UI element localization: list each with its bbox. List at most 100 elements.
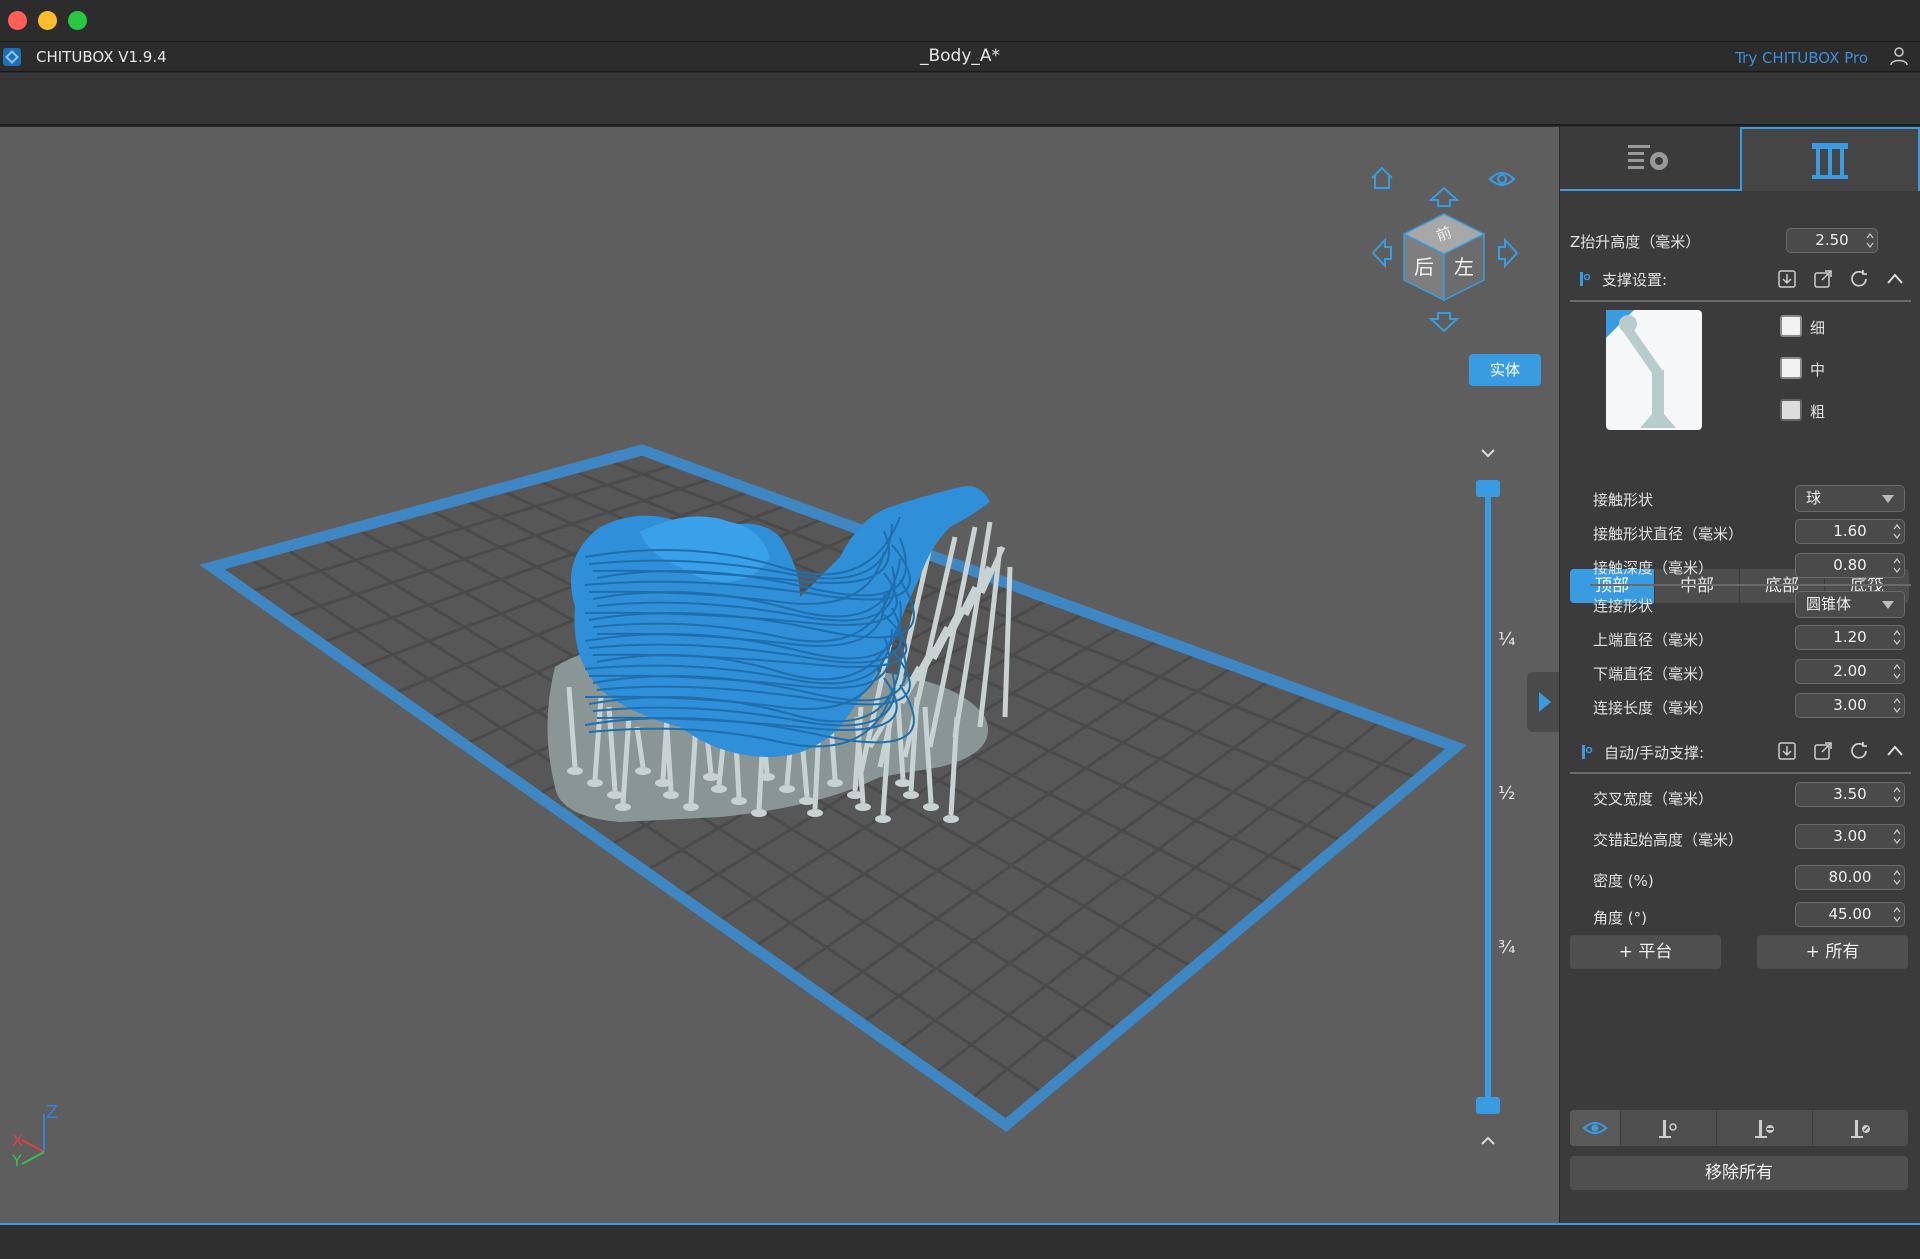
- contact-diameter-input[interactable]: 1.60: [1795, 519, 1905, 544]
- density-medium-label: 中: [1810, 361, 1826, 379]
- arrow-right-icon[interactable]: [1497, 237, 1519, 269]
- connection-length-input[interactable]: 3.00: [1795, 693, 1905, 718]
- angle-label: 角度 (°): [1593, 909, 1647, 927]
- app-header: CHITUBOX V1.9.4 _Body_A* Try CHITUBOX Pr…: [0, 42, 1920, 72]
- remove-support-icon: [1755, 1120, 1774, 1138]
- chevron-down-icon[interactable]: [1480, 447, 1496, 459]
- density-fine-label: 细: [1810, 319, 1826, 337]
- cross-start-height-input[interactable]: 3.00: [1795, 824, 1905, 849]
- auto-support-title: 自动/手动支撑:: [1604, 744, 1705, 762]
- render-mode-button[interactable]: 实体: [1469, 354, 1541, 386]
- arrow-up-icon[interactable]: [1429, 186, 1459, 208]
- connection-shape-select[interactable]: 圆锥体: [1795, 591, 1905, 618]
- tab-slice-settings[interactable]: [1560, 127, 1740, 191]
- import-icon[interactable]: [1776, 740, 1798, 762]
- eye-icon: [1582, 1122, 1608, 1134]
- upper-diameter-label: 上端直径（毫米）: [1593, 631, 1714, 649]
- layer-slider-top-handle[interactable]: [1476, 480, 1500, 497]
- cross-width-input[interactable]: 3.50: [1795, 782, 1905, 807]
- cube-face-right: 左: [1454, 255, 1474, 279]
- contact-depth-input[interactable]: 0.80: [1795, 553, 1905, 578]
- add-platform-button[interactable]: + 平台: [1570, 935, 1721, 969]
- support-panel: Z抬升高度（毫米） 2.50 支撑设置: 细 中 粗 顶部 中部 底部 底筏 接…: [1559, 127, 1920, 1223]
- export-icon[interactable]: [1812, 268, 1834, 290]
- collapse-icon[interactable]: [1884, 740, 1906, 762]
- support-small-icon: [1582, 745, 1593, 759]
- scene-canvas[interactable]: [0, 127, 1559, 1223]
- axis-label-x: X: [12, 1131, 23, 1150]
- cross-start-height-label: 交错起始高度（毫米）: [1593, 831, 1744, 849]
- main-toolbar: [0, 73, 1920, 126]
- chevron-up-icon[interactable]: [1480, 1135, 1496, 1147]
- support-settings-title: 支撑设置:: [1602, 271, 1668, 289]
- home-icon[interactable]: [1368, 164, 1396, 192]
- tab-support[interactable]: [1740, 127, 1920, 191]
- density-fine-checkbox[interactable]: [1780, 315, 1802, 337]
- z-lift-input[interactable]: 2.50: [1786, 228, 1878, 253]
- eye-icon[interactable]: [1488, 168, 1516, 190]
- support-tab-icon: [1812, 143, 1848, 179]
- add-support-mode-button[interactable]: [1621, 1110, 1716, 1146]
- import-icon[interactable]: [1776, 268, 1798, 290]
- density-coarse-label: 粗: [1810, 403, 1826, 421]
- layer-slider-track[interactable]: [1485, 487, 1491, 1110]
- close-window-button[interactable]: [8, 11, 27, 30]
- remove-support-mode-button[interactable]: [1717, 1110, 1812, 1146]
- edit-support-icon: [1851, 1120, 1870, 1138]
- user-icon[interactable]: [1888, 45, 1910, 67]
- try-pro-link[interactable]: Try CHITUBOX Pro: [1735, 49, 1868, 67]
- maximize-window-button[interactable]: [68, 11, 87, 30]
- document-title: _Body_A*: [919, 46, 1001, 66]
- cross-width-label: 交叉宽度（毫米）: [1593, 790, 1714, 808]
- lower-diameter-input[interactable]: 2.00: [1795, 659, 1905, 684]
- add-support-icon: [1659, 1120, 1677, 1138]
- connection-shape-label: 连接形状: [1593, 597, 1654, 615]
- triangle-right-icon: [1539, 692, 1551, 712]
- support-small-icon: [1580, 272, 1591, 286]
- slider-mark-half: ½: [1498, 783, 1516, 804]
- contact-depth-label: 接触深度（毫米）: [1593, 559, 1714, 577]
- density-coarse-checkbox[interactable]: [1780, 399, 1802, 421]
- cube-face-left: 后: [1414, 255, 1434, 279]
- panel-collapse-button[interactable]: [1527, 672, 1559, 732]
- angle-input[interactable]: 45.00: [1795, 902, 1905, 927]
- upper-diameter-input[interactable]: 1.20: [1795, 625, 1905, 650]
- minimize-window-button[interactable]: [38, 11, 57, 30]
- slider-mark-three-quarter: ¾: [1498, 937, 1516, 958]
- support-preview-image: [1606, 310, 1702, 430]
- z-lift-label: Z抬升高度（毫米）: [1570, 233, 1701, 251]
- view-cube[interactable]: 前 后 左: [1400, 212, 1488, 304]
- 3d-viewport[interactable]: 前 后 左 实体 ¼ ½ ¾ Z X Y: [0, 127, 1559, 1223]
- arrow-left-icon[interactable]: [1371, 237, 1393, 269]
- remove-all-button[interactable]: 移除所有: [1570, 1156, 1908, 1190]
- app-logo-icon: [3, 48, 21, 66]
- slice-settings-icon: [1628, 145, 1668, 170]
- axis-label-z: Z: [46, 1102, 58, 1123]
- slider-mark-quarter: ¼: [1498, 629, 1516, 650]
- collapse-icon[interactable]: [1884, 268, 1906, 290]
- contact-shape-select[interactable]: 球: [1795, 485, 1905, 512]
- refresh-icon[interactable]: [1848, 740, 1870, 762]
- window-titlebar: [0, 0, 1920, 42]
- status-bar: [0, 1223, 1920, 1259]
- layer-slider-bottom-handle[interactable]: [1476, 1097, 1500, 1114]
- refresh-icon[interactable]: [1848, 268, 1870, 290]
- axis-indicator: Z X Y: [11, 1102, 58, 1170]
- edit-support-mode-button[interactable]: [1813, 1110, 1908, 1146]
- lower-diameter-label: 下端直径（毫米）: [1593, 665, 1714, 683]
- export-icon[interactable]: [1812, 740, 1834, 762]
- density-label: 密度 (%): [1593, 872, 1654, 890]
- app-name: CHITUBOX V1.9.4: [36, 48, 167, 66]
- axis-label-y: Y: [11, 1151, 22, 1170]
- divider: [1570, 300, 1911, 302]
- density-medium-checkbox[interactable]: [1780, 357, 1802, 379]
- show-supports-button[interactable]: [1570, 1110, 1620, 1146]
- contact-diameter-label: 接触形状直径（毫米）: [1593, 525, 1744, 543]
- divider: [1570, 772, 1911, 774]
- density-input[interactable]: 80.00: [1795, 865, 1905, 890]
- divider: [1590, 584, 1911, 586]
- arrow-down-icon[interactable]: [1429, 311, 1459, 333]
- connection-length-label: 连接长度（毫米）: [1593, 699, 1714, 717]
- contact-shape-label: 接触形状: [1593, 491, 1654, 509]
- add-all-button[interactable]: + 所有: [1757, 935, 1908, 969]
